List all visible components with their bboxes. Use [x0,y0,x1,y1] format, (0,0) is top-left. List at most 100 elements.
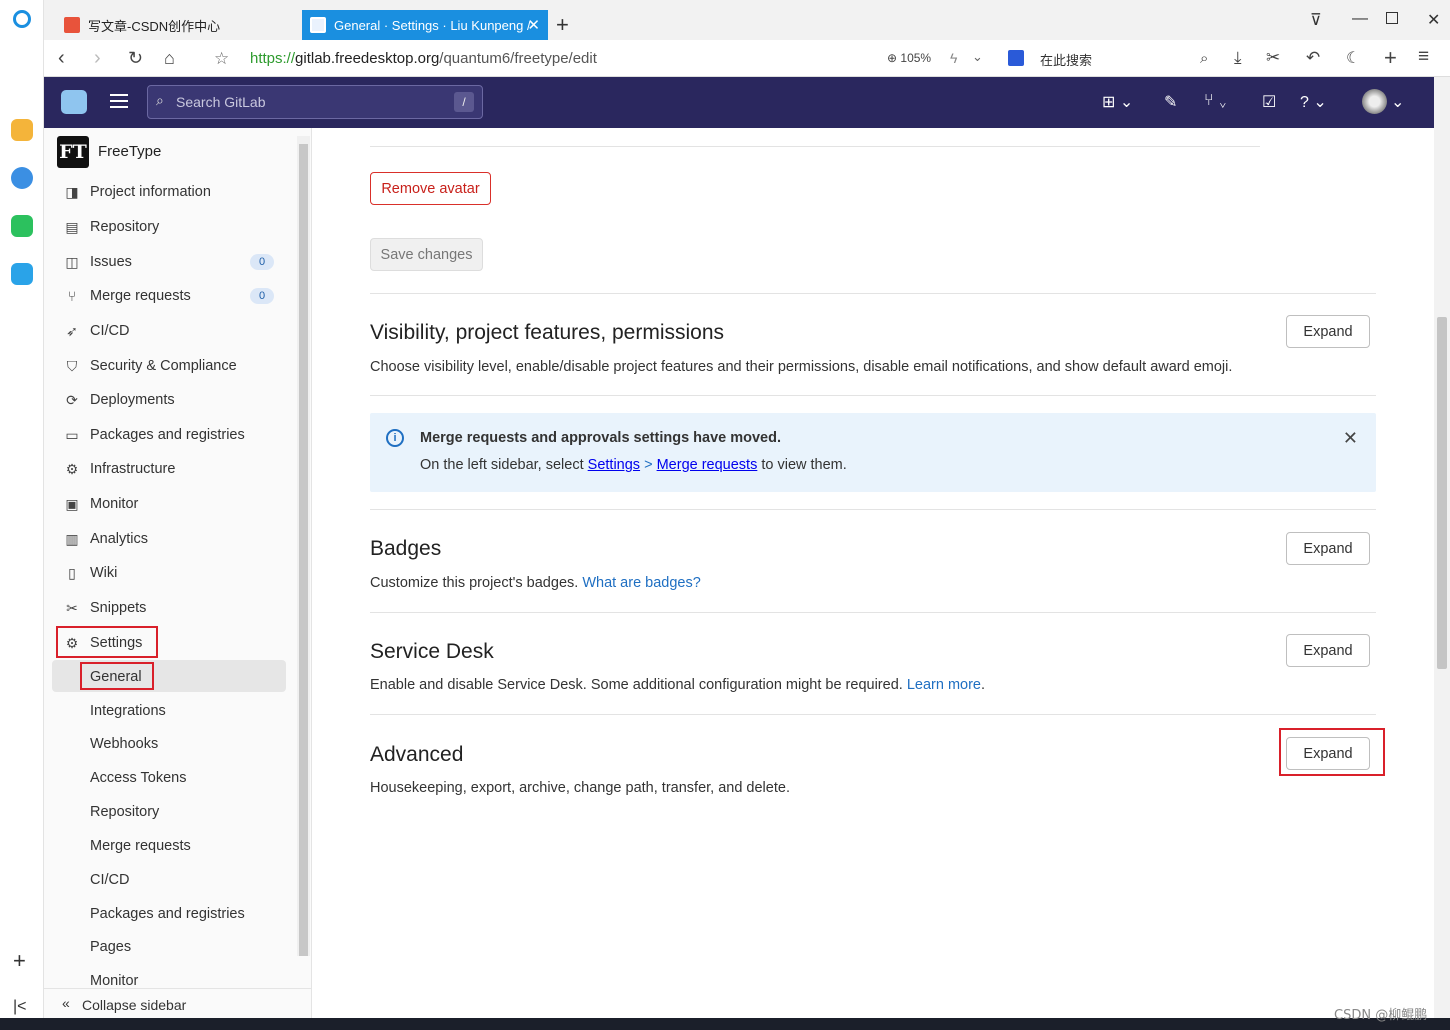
tab-csdn[interactable]: 写文章-CSDN创作中心 [56,10,292,40]
close-icon[interactable]: ✕ [1343,428,1358,449]
undo-icon[interactable]: ↶ [1306,48,1320,68]
close-tab-icon[interactable]: ✕ [527,16,540,34]
add-icon[interactable]: + [1384,45,1397,71]
url-host: gitlab.freedesktop.org [295,50,440,67]
settings-sub-webhooks[interactable]: Webhooks [90,736,158,752]
search-icon[interactable]: ⌕ [1200,50,1208,67]
search-placeholder: 在此搜索 [1040,53,1093,68]
download-icon[interactable]: ⤓ [1234,48,1242,68]
wechat-icon[interactable] [11,215,33,237]
browser-logo-icon [13,10,31,28]
hamburger-menu-icon[interactable] [110,94,128,108]
highlight-general [80,662,154,690]
add-icon[interactable]: + [13,948,26,974]
user-avatar[interactable] [1362,89,1387,114]
night-mode-icon[interactable]: ☾ [1346,48,1360,68]
issues-icon[interactable]: ✎ [1164,92,1177,112]
sidebar-item-monitor[interactable]: ▣ Monitor [64,492,138,516]
sidebar-item-merge-requests[interactable]: ⑂ Merge requests [64,284,191,308]
sidebar-item-snippets[interactable]: ✂ Snippets [64,596,146,620]
rocket-icon: ➶ [66,323,78,339]
sidebar-item-cicd[interactable]: ➶ CI/CD [64,319,129,343]
expand-visibility-button[interactable]: Expand [1286,315,1370,348]
project-name[interactable]: FreeType [98,143,161,160]
forward-icon[interactable]: › [94,47,101,70]
minimize-icon[interactable]: — [1352,10,1368,28]
merge-request-icon[interactable]: ⑂ ⌄ [1204,92,1228,110]
watermark: CSDN @柳鲲鹏 [1334,1008,1428,1023]
scissors-icon[interactable]: ✂ [1266,48,1280,68]
section-title-visibility: Visibility, project features, permission… [370,321,725,344]
sidebar-item-packages[interactable]: ▭ Packages and registries [64,423,245,447]
settings-sub-pages[interactable]: Pages [90,939,131,955]
sidebar-item-project-information[interactable]: ◨ Project information [64,180,211,204]
sidebar-item-label: CI/CD [90,323,130,339]
alert-link-settings[interactable]: Settings [588,457,640,473]
info-icon: ◨ [65,184,79,200]
sidebar-item-wiki[interactable]: ▯ Wiki [64,561,117,585]
menu-icon[interactable]: ≡ [1418,46,1429,68]
sidebar-item-security[interactable]: ⛉ Security & Compliance [64,354,237,378]
settings-sub-integrations[interactable]: Integrations [90,703,166,719]
home-icon[interactable]: ⌂ [164,48,175,69]
what-are-badges-link[interactable]: What are badges? [582,575,701,591]
back-icon[interactable]: ‹ [58,47,65,70]
lightning-icon[interactable]: ϟ [950,50,957,66]
app-icon[interactable] [11,263,33,285]
zoom-level[interactable]: ⊕ 105% [887,51,931,65]
gitlab-logo-icon[interactable] [61,90,87,114]
learn-more-link[interactable]: Learn more [907,677,981,693]
browser-search-input[interactable]: 在此搜索 [1040,50,1092,69]
close-window-icon[interactable]: ✕ [1427,10,1440,30]
search-shortcut-badge: / [454,92,474,112]
reload-icon[interactable]: ↻ [128,48,143,69]
alert-body: On the left sidebar, select Settings > M… [420,457,847,473]
collapse-rail-icon[interactable]: |< [13,998,27,1016]
sidebar-item-label: Issues [90,254,132,270]
favorites-icon[interactable] [11,119,33,141]
url-field[interactable]: https://gitlab.freedesktop.org/quantum6/… [250,50,597,67]
settings-sub-access-tokens[interactable]: Access Tokens [90,770,186,786]
tab-gitlab[interactable]: General · Settings · Liu Kunpeng / ✕ [302,10,548,40]
scrollbar-thumb[interactable] [299,144,308,956]
alert-link-merge-requests[interactable]: Merge requests [657,457,758,473]
merge-requests-count-badge: 0 [250,288,274,304]
chevron-down-icon[interactable]: ⌄ [1391,92,1404,112]
settings-sub-packages[interactable]: Packages and registries [90,906,245,922]
settings-sub-cicd[interactable]: CI/CD [90,872,129,888]
issues-count-badge: 0 [250,254,274,270]
todo-icon[interactable]: ☑ [1262,92,1276,112]
history-icon[interactable] [11,167,33,189]
scrollbar-thumb[interactable] [1437,317,1447,669]
save-changes-button[interactable]: Save changes [370,238,483,271]
project-avatar[interactable]: FT [57,136,89,168]
collapse-sidebar-button[interactable]: « Collapse sidebar [44,988,311,1018]
gitlab-search-input[interactable]: ⌕ Search GitLab / [147,85,483,119]
expand-service-desk-button[interactable]: Expand [1286,634,1370,667]
sidebar-item-repository[interactable]: ▤ Repository [64,215,159,239]
divider [370,395,1376,396]
search-placeholder: Search GitLab [176,94,266,110]
sidebar-item-label: Packages and registries [90,427,245,443]
maximize-icon[interactable] [1386,12,1398,24]
create-new-icon[interactable]: ⊞ ⌄ [1102,92,1133,112]
sidebar-item-deployments[interactable]: ⟳ Deployments [64,388,175,412]
sidebar-item-label: Project information [90,184,211,200]
chevron-down-icon[interactable]: ⌄ [972,49,983,65]
help-icon[interactable]: ? ⌄ [1300,92,1327,112]
section-title-service-desk: Service Desk [370,640,494,663]
pin-icon[interactable]: ⊽ [1310,10,1322,30]
new-tab-icon[interactable]: + [556,12,569,38]
settings-sub-monitor[interactable]: Monitor [90,973,138,989]
settings-sub-merge-requests[interactable]: Merge requests [90,838,191,854]
remove-avatar-button[interactable]: Remove avatar [370,172,491,205]
expand-badges-button[interactable]: Expand [1286,532,1370,565]
divider [370,146,1260,147]
sidebar-item-analytics[interactable]: ▥ Analytics [64,527,148,551]
settings-sub-repository[interactable]: Repository [90,804,159,820]
sidebar-scrollbar[interactable] [297,136,310,956]
sidebar-item-issues[interactable]: ◫ Issues [64,250,132,274]
bookmark-star-icon[interactable]: ☆ [214,49,229,69]
page-scrollbar[interactable] [1434,77,1450,1018]
sidebar-item-infrastructure[interactable]: ⚙ Infrastructure [64,457,176,481]
